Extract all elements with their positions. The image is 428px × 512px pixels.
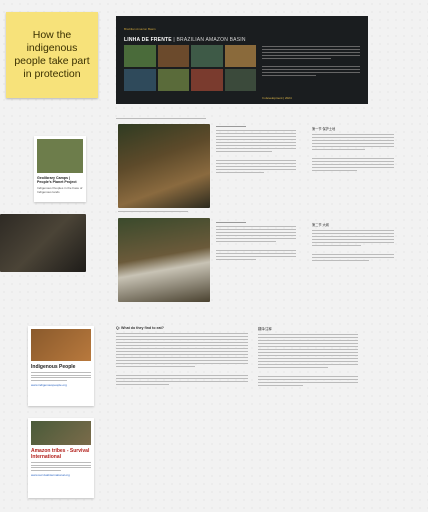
banner-text-block: [262, 44, 360, 78]
field-photo: [0, 214, 86, 272]
banner-status: In development | 2024: [262, 96, 292, 100]
card-title: Amazon tribes - Survival International: [31, 448, 90, 460]
banner-photo: [124, 69, 156, 91]
card-title: Geo​library Camps | People's Planet Proj…: [37, 176, 77, 185]
q-section: Q: What do they find to eat?: [116, 326, 248, 387]
banner-photo: [157, 45, 189, 67]
banner-photo-strip-2: [124, 69, 256, 91]
sticky-note[interactable]: How the indigenous people take part in p…: [6, 12, 98, 98]
banner-photo-strip: [124, 45, 256, 67]
indigenous-people-card[interactable]: Indigenous People www.indigenouspeople.o…: [28, 326, 94, 406]
section-heading: 第一节 保护土地: [312, 127, 336, 131]
translation-column-1: 第一节 保护土地: [312, 126, 394, 173]
card-thumbnail: [37, 139, 83, 173]
banner-title-main: LINHA DE FRENTE: [124, 37, 172, 43]
translation-column-2: 第二节 大纲: [312, 222, 394, 263]
card-subtitle: Indigenous Peoples in the Face of Indige…: [37, 185, 83, 194]
card-link[interactable]: www.survivalinternational.org: [31, 473, 91, 477]
banner-photo: [124, 45, 156, 67]
card-thumbnail: [31, 329, 91, 361]
translation-column-3: 翻译/注释: [258, 326, 358, 388]
banner-photo: [157, 69, 189, 91]
sticky-note-text: How the indigenous people take part in p…: [14, 29, 90, 80]
card-title: Indigenous People: [31, 364, 76, 370]
banner-photo: [191, 69, 223, 91]
photo-caption: [118, 211, 210, 212]
amazon-tribes-card[interactable]: Amazon tribes - Survival International w…: [28, 418, 94, 498]
banner-title: LINHA DE FRENTE | BRAZILIAN AMAZON BASIN: [124, 37, 246, 43]
banner-photo: [224, 69, 256, 91]
article-text-2: [216, 222, 296, 262]
q-title: Q: What do they find to eat?: [116, 326, 164, 330]
camera-training-photo: [118, 218, 210, 302]
banner-photo: [191, 45, 223, 67]
card-link[interactable]: www.indigenouspeople.org: [31, 383, 91, 387]
article-text-1: [216, 126, 296, 175]
geo-library-card[interactable]: Geo​library Camps | People's Planet Proj…: [34, 136, 86, 202]
banner-photo: [224, 45, 256, 67]
banner-title-sub: BRAZILIAN AMAZON BASIN: [176, 37, 246, 43]
banner-kicker: Brazilian Amazon Basin: [124, 27, 156, 31]
indigenous-group-photo: [118, 124, 210, 208]
card-thumbnail: [31, 421, 91, 445]
section-heading: 第二节 大纲: [312, 223, 329, 227]
intro-caption: [116, 118, 276, 119]
section-heading: 翻译/注释: [258, 327, 272, 331]
